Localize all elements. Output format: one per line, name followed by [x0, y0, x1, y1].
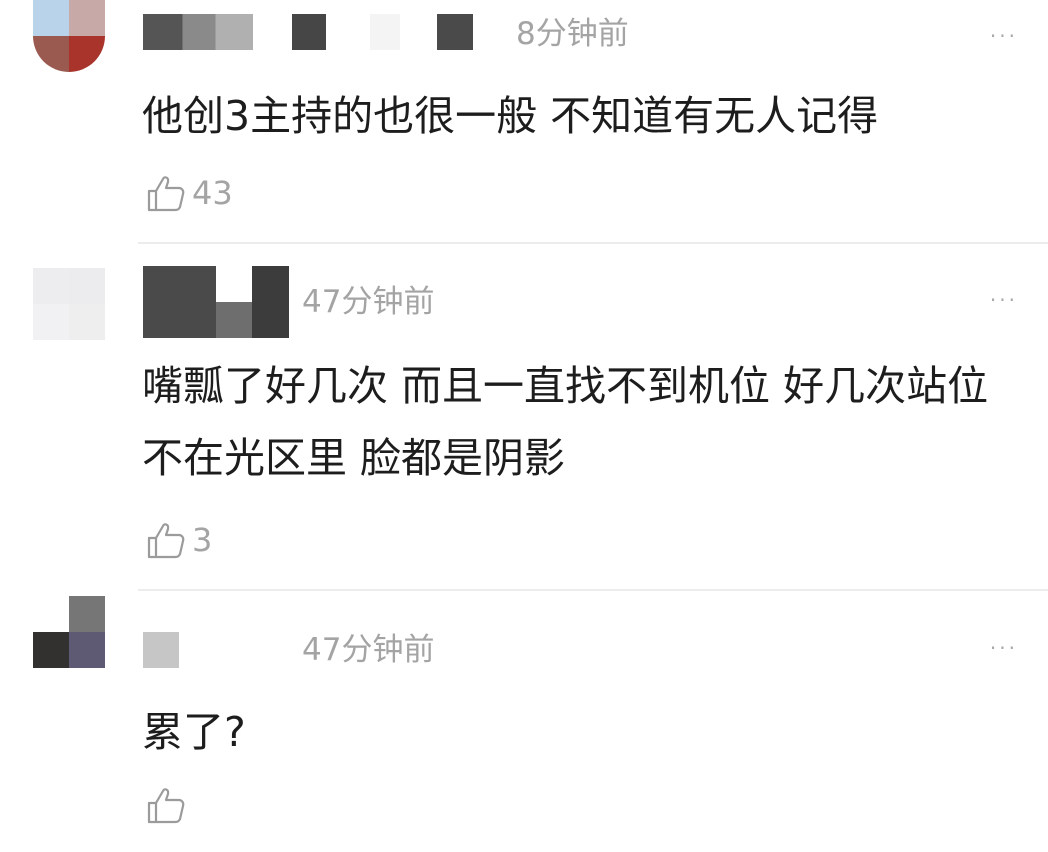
username-redacted [292, 14, 326, 50]
more-options-icon[interactable]: ··· [990, 26, 1018, 46]
avatar-pixel [69, 632, 105, 668]
avatar-pixel [33, 304, 69, 340]
username-redacted-pixel [143, 266, 216, 338]
comment-text: 他创3主持的也很一般 不知道有无人记得 [142, 92, 879, 140]
username-redacted[interactable] [143, 266, 289, 338]
comment-time: 47分钟前 [302, 284, 435, 320]
avatar-pixel [69, 0, 105, 36]
avatar-pixel [69, 304, 105, 340]
comment-time: 47分钟前 [302, 632, 435, 668]
divider [138, 589, 1048, 591]
more-options-icon[interactable]: ··· [990, 290, 1018, 310]
avatar-pixel [33, 596, 69, 632]
comment-text: 嘴瓢了好几次 而且一直找不到机位 好几次站位不在光区里 脸都是阴影 [142, 362, 989, 482]
more-options-icon[interactable]: ··· [990, 638, 1018, 658]
avatar[interactable] [33, 268, 105, 340]
comment-text: 累了? [142, 708, 246, 756]
avatar-pixel [33, 632, 69, 668]
avatar-pixel [33, 0, 69, 36]
like-count: 43 [192, 174, 233, 212]
like-button[interactable]: 43 [146, 173, 233, 213]
avatar-pixel [33, 36, 69, 72]
thumbs-up-icon [147, 523, 185, 559]
username-redacted [437, 14, 473, 50]
username-redacted-pixel [252, 266, 289, 338]
like-button[interactable] [146, 785, 192, 825]
avatar-pixel [69, 596, 105, 632]
username-redacted[interactable] [143, 632, 179, 668]
username-redacted-pixel [216, 266, 252, 302]
comment-time: 8分钟前 [516, 16, 629, 52]
avatar-pixel [69, 268, 105, 304]
avatar[interactable] [33, 0, 105, 72]
avatar-pixel [69, 36, 105, 72]
thumbs-up-icon [147, 788, 185, 824]
like-button[interactable]: 3 [146, 520, 212, 560]
username-redacted[interactable] [143, 14, 253, 50]
like-count: 3 [192, 521, 213, 559]
avatar-pixel [33, 268, 69, 304]
avatar[interactable] [33, 596, 105, 668]
username-redacted-pixel [216, 302, 252, 338]
divider [138, 242, 1048, 244]
thumbs-up-icon [147, 176, 185, 212]
username-redacted [370, 14, 400, 50]
